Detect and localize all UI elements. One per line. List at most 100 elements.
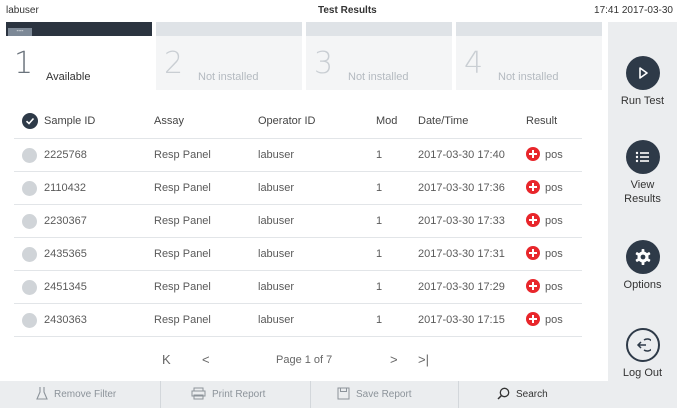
result-text: pos	[545, 215, 563, 227]
module-label: Not installed	[498, 71, 559, 83]
module-tab-4[interactable]: 4 Not installed	[456, 22, 602, 90]
operator-cell: labuser	[258, 281, 295, 293]
module-label: Available	[46, 71, 91, 83]
operator-cell: labuser	[258, 149, 295, 161]
operator-cell: labuser	[258, 248, 295, 260]
remove-filter-button[interactable]: Remove Filter	[36, 381, 116, 408]
result-cell: pos	[526, 172, 563, 204]
save-icon	[337, 387, 350, 403]
datetime-cell: 2017-03-30 17:15	[418, 314, 505, 326]
sample-id-cell: 2230367	[44, 215, 87, 227]
view-results-label: View Results	[624, 179, 661, 205]
result-text: pos	[545, 182, 563, 194]
row-select-checkbox[interactable]	[22, 172, 37, 209]
assay-cell: Resp Panel	[154, 215, 211, 227]
run-test-button[interactable]: Run Test	[608, 56, 677, 108]
options-button[interactable]: Options	[608, 240, 677, 292]
search-button[interactable]: Search	[458, 381, 548, 408]
options-label: Options	[623, 279, 662, 291]
datetime-cell: 2017-03-30 17:31	[418, 248, 505, 260]
run-test-label: Run Test	[620, 95, 665, 107]
mod-cell: 1	[376, 314, 383, 326]
module-tab-1[interactable]: --- 1 Available	[6, 22, 152, 90]
positive-icon	[526, 312, 540, 326]
module-tabs: --- 1 Available 2 Not installed 3 Not in…	[6, 22, 606, 90]
row-select-checkbox[interactable]	[22, 139, 37, 176]
table-row[interactable]: 2435365 Resp Panel labuser 1 2017-03-30 …	[14, 238, 582, 271]
row-select-checkbox[interactable]	[22, 304, 37, 341]
operator-cell: labuser	[258, 182, 295, 194]
module-tab-3[interactable]: 3 Not installed	[306, 22, 452, 90]
last-page-button[interactable]: >|	[418, 352, 429, 367]
module-number: 2	[164, 46, 184, 81]
row-select-checkbox[interactable]	[22, 205, 37, 242]
positive-icon	[526, 213, 540, 227]
result-cell: pos	[526, 139, 563, 171]
table-row[interactable]: 2430363 Resp Panel labuser 1 2017-03-30 …	[14, 304, 582, 337]
result-text: pos	[545, 248, 563, 260]
assay-cell: Resp Panel	[154, 149, 211, 161]
module-status-chip: ---	[8, 28, 32, 36]
module-status-band	[156, 22, 302, 36]
operator-cell: labuser	[258, 314, 295, 326]
save-report-button[interactable]: Save Report	[310, 381, 412, 408]
module-label: Not installed	[198, 71, 259, 83]
result-text: pos	[545, 281, 563, 293]
print-report-button[interactable]: Print Report	[160, 381, 265, 408]
datetime-cell: 2017-03-30 17:33	[418, 215, 505, 227]
log-out-button[interactable]: Log Out	[608, 328, 677, 380]
column-header-sample-id[interactable]: Sample ID	[44, 104, 95, 138]
search-label: Search	[516, 389, 548, 400]
operator-cell: labuser	[258, 215, 295, 227]
mod-cell: 1	[376, 281, 383, 293]
next-page-button[interactable]: >	[390, 352, 398, 367]
column-header-date-time[interactable]: Date/Time	[418, 104, 468, 138]
view-results-button[interactable]: View Results	[608, 140, 677, 206]
column-header-assay[interactable]: Assay	[154, 104, 184, 138]
sample-id-cell: 2451345	[44, 281, 87, 293]
sample-id-cell: 2110432	[44, 182, 87, 194]
column-header-mod[interactable]: Mod	[376, 104, 397, 138]
result-cell: pos	[526, 271, 563, 303]
first-page-button[interactable]: K	[162, 352, 171, 367]
row-select-checkbox[interactable]	[22, 271, 37, 308]
table-header: Sample ID Assay Operator ID Mod Date/Tim…	[14, 104, 582, 139]
log-out-label: Log Out	[622, 367, 663, 379]
row-select-checkbox[interactable]	[22, 238, 37, 275]
result-cell: pos	[526, 205, 563, 237]
positive-icon	[526, 279, 540, 293]
sample-id-cell: 2225768	[44, 149, 87, 161]
datetime-cell: 2017-03-30 17:40	[418, 149, 505, 161]
mod-cell: 1	[376, 182, 383, 194]
play-icon	[625, 56, 660, 90]
positive-icon	[526, 246, 540, 260]
assay-cell: Resp Panel	[154, 248, 211, 260]
table-row[interactable]: 2225768 Resp Panel labuser 1 2017-03-30 …	[14, 139, 582, 172]
module-status-band	[456, 22, 602, 36]
module-number: 3	[314, 46, 334, 81]
table-row[interactable]: 2230367 Resp Panel labuser 1 2017-03-30 …	[14, 205, 582, 238]
mod-cell: 1	[376, 215, 383, 227]
sample-id-cell: 2430363	[44, 314, 87, 326]
module-tab-2[interactable]: 2 Not installed	[156, 22, 302, 90]
remove-filter-label: Remove Filter	[54, 389, 117, 400]
assay-cell: Resp Panel	[154, 182, 211, 194]
sample-id-cell: 2435365	[44, 248, 87, 260]
module-status-band	[306, 22, 452, 36]
select-all-checkbox[interactable]	[22, 104, 38, 143]
result-cell: pos	[526, 238, 563, 270]
table-row[interactable]: 2451345 Resp Panel labuser 1 2017-03-30 …	[14, 271, 582, 304]
column-header-result[interactable]: Result	[526, 104, 557, 138]
save-report-label: Save Report	[356, 389, 412, 400]
search-icon	[497, 387, 510, 403]
pagination: K < Page 1 of 7 > >|	[14, 352, 582, 372]
assay-cell: Resp Panel	[154, 281, 211, 293]
prev-page-button[interactable]: <	[202, 352, 210, 367]
results-table: Sample ID Assay Operator ID Mod Date/Tim…	[14, 104, 582, 337]
column-header-operator-id[interactable]: Operator ID	[258, 104, 315, 138]
page-indicator: Page 1 of 7	[276, 354, 333, 366]
table-row[interactable]: 2110432 Resp Panel labuser 1 2017-03-30 …	[14, 172, 582, 205]
printer-icon	[191, 387, 206, 403]
result-text: pos	[545, 149, 563, 161]
status-bar: labuser Test Results 17:41 2017-03-30	[0, 0, 677, 22]
